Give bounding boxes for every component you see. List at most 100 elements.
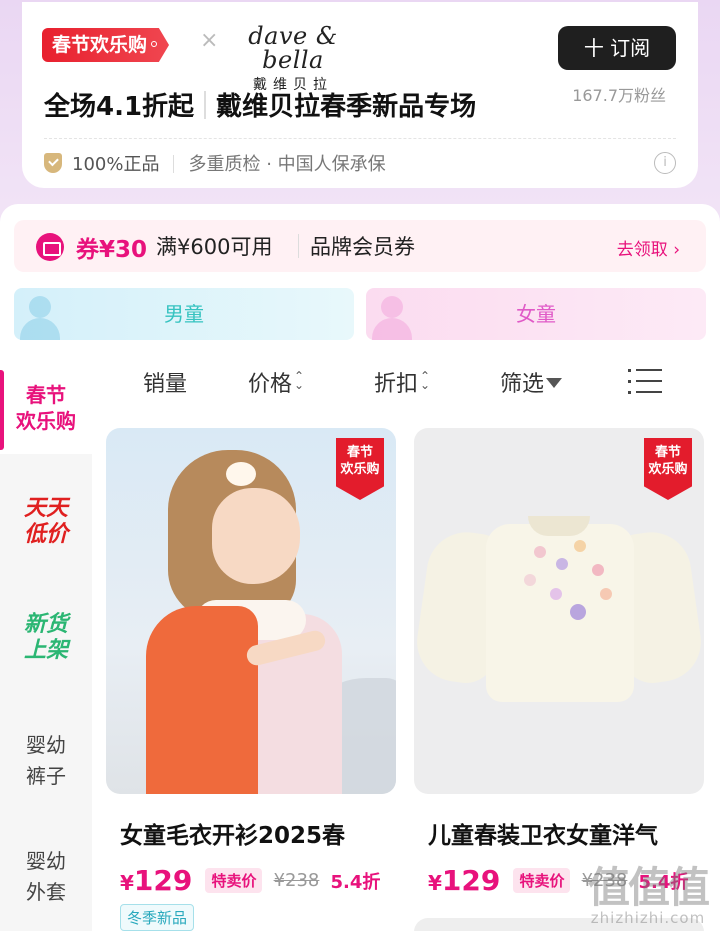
flower-decoration xyxy=(534,546,546,558)
festive-tag: 春节 欢乐购 xyxy=(336,438,384,500)
original-price: ¥238 xyxy=(273,870,320,891)
currency-symbol: ¥ xyxy=(428,871,442,895)
main-panel: 券¥30 满¥600可用 品牌会员券 去领取 › 男童 女童 春节 欢乐购 天天… xyxy=(0,204,720,931)
category-new-arrivals[interactable]: 新货 上架 xyxy=(0,612,92,664)
product-title[interactable]: 女童毛衣开衫2025春 xyxy=(106,816,396,850)
product-image[interactable]: 春节 欢乐购 xyxy=(106,428,396,794)
site-watermark: 值值值 zhizhizhi.com xyxy=(587,863,710,928)
store-title: 全场4.1折起 戴维贝拉春季新品专场 xyxy=(44,86,476,123)
subscribe-button[interactable]: 十 订阅 xyxy=(558,26,676,70)
title-divider xyxy=(204,91,207,119)
category-daily-line1: 天天 xyxy=(23,496,68,521)
festive-tag-line2: 欢乐购 xyxy=(340,462,380,477)
currency-symbol: ¥ xyxy=(120,871,134,895)
season-tag: 冬季新品 xyxy=(120,904,195,931)
festive-tag-line1: 春节 xyxy=(346,445,373,460)
sort-updown-icon: ⌃ ⌄ xyxy=(420,369,431,392)
funnel-icon xyxy=(546,378,563,388)
coupon-amount: 券¥30 xyxy=(76,237,148,263)
product-card[interactable]: 春节 欢乐购 儿童春装卫衣女童洋气 ¥129 特卖价 ¥238 5.4折 xyxy=(414,428,704,900)
guarantee-label: 多重质检 · 中国人保承保 xyxy=(188,154,386,175)
tab-boy[interactable]: 男童 xyxy=(14,288,354,340)
sort-price[interactable]: 价格 ⌃ ⌄ xyxy=(248,366,304,398)
special-price-badge: 特卖价 xyxy=(205,868,263,893)
tab-girl-label: 女童 xyxy=(516,302,556,326)
product-price: ¥129 xyxy=(428,864,500,897)
trust-divider xyxy=(173,155,175,173)
trust-row: 100%正品 多重质检 · 中国人保承保 xyxy=(44,150,386,176)
girl-avatar-icon xyxy=(372,296,412,340)
fans-count: 167.7万粉丝 xyxy=(572,86,666,105)
watermark-site: zhizhizhi.com xyxy=(590,909,706,927)
brand-name-en: dave & bella xyxy=(248,22,338,74)
festive-tag: 春节 欢乐购 xyxy=(644,438,692,500)
sort-discount-label: 折扣 xyxy=(374,372,419,397)
dashed-divider xyxy=(44,138,676,139)
product-price: ¥129 xyxy=(120,864,192,897)
face-shape xyxy=(212,488,300,584)
product-title[interactable]: 儿童春装卫衣女童洋气 xyxy=(414,816,704,850)
category-sidebar: 春节 欢乐购 天天 低价 新货 上架 婴幼 裤子 婴幼 外套 xyxy=(0,364,92,931)
ticket-icon xyxy=(36,233,64,261)
discount-label: 5.4折 xyxy=(330,871,381,893)
brand-logo[interactable]: dave & bella 戴维贝拉 xyxy=(234,24,352,94)
filter-label: 筛选 xyxy=(500,372,545,397)
claim-coupon-link[interactable]: 去领取 › xyxy=(617,235,680,260)
badge-dot-icon xyxy=(151,41,158,47)
price-value: 129 xyxy=(133,864,193,897)
category-festive-line2: 欢乐购 xyxy=(16,409,76,433)
cardigan-shape xyxy=(146,606,258,794)
filter-button[interactable]: 筛选 xyxy=(500,366,563,398)
genuine-label: 100%正品 xyxy=(72,154,160,175)
category-new-line2: 上架 xyxy=(23,638,68,663)
category-coats-line2: 外套 xyxy=(26,880,66,904)
sort-price-label: 价格 xyxy=(248,372,293,397)
category-pants-line1: 婴幼 xyxy=(26,733,66,757)
category-pants-line2: 裤子 xyxy=(26,764,66,788)
tab-girl[interactable]: 女童 xyxy=(366,288,706,340)
sort-discount[interactable]: 折扣 ⌃ ⌄ xyxy=(374,366,430,398)
flower-decoration xyxy=(524,574,536,586)
coupon-condition: 满¥600可用 xyxy=(156,235,273,259)
flower-decoration xyxy=(570,604,586,620)
info-icon[interactable]: i xyxy=(654,152,676,174)
category-festive[interactable]: 春节 欢乐购 xyxy=(0,382,92,434)
category-infant-pants[interactable]: 婴幼 裤子 xyxy=(0,730,92,792)
tab-boy-label: 男童 xyxy=(164,302,204,326)
sweatshirt-shape xyxy=(486,524,634,702)
product-image[interactable]: 春节 欢乐购 xyxy=(414,428,704,794)
event-badge-label: 春节欢乐购 xyxy=(52,34,148,56)
price-value: 129 xyxy=(441,864,501,897)
category-festive-line1: 春节 xyxy=(26,383,66,407)
shield-icon xyxy=(44,153,62,173)
flower-decoration xyxy=(550,588,562,600)
hair-clip-shape xyxy=(226,462,256,486)
store-header-card: 春节欢乐购 × dave & bella 戴维贝拉 十 订阅 167.7万粉丝 … xyxy=(22,2,698,188)
special-price-badge: 特卖价 xyxy=(513,868,571,893)
category-infant-coats[interactable]: 婴幼 外套 xyxy=(0,846,92,908)
category-daily-low-price[interactable]: 天天 低价 xyxy=(0,496,92,548)
list-view-icon[interactable] xyxy=(628,364,662,398)
store-name: 戴维贝拉春季新品专场 xyxy=(216,92,477,122)
sort-sales-label: 销量 xyxy=(143,372,188,397)
flower-decoration xyxy=(556,558,568,570)
festive-tag-line2: 欢乐购 xyxy=(648,462,688,477)
flower-decoration xyxy=(574,540,586,552)
sort-sales[interactable]: 销量 xyxy=(143,366,187,398)
promo-text: 全场4.1折起 xyxy=(44,92,195,122)
price-row: ¥129 特卖价 ¥238 5.4折 xyxy=(106,864,396,900)
coupon-type: 品牌会员券 xyxy=(310,235,415,259)
category-daily-line2: 低价 xyxy=(23,522,68,547)
coupon-divider xyxy=(298,234,299,258)
flower-decoration xyxy=(600,588,612,600)
event-badge[interactable]: 春节欢乐购 xyxy=(42,28,170,62)
category-coats-line1: 婴幼 xyxy=(26,849,66,873)
sort-updown-icon: ⌃ ⌄ xyxy=(294,369,305,392)
product-card[interactable]: 春节 欢乐购 女童毛衣开衫2025春 ¥129 特卖价 ¥238 5.4折 冬季… xyxy=(106,428,396,931)
cross-icon: × xyxy=(200,28,219,53)
boy-avatar-icon xyxy=(20,296,60,340)
coupon-bar[interactable]: 券¥30 满¥600可用 品牌会员券 去领取 › xyxy=(14,220,706,272)
festive-tag-line1: 春节 xyxy=(654,445,681,460)
watermark-logo: 值值值 xyxy=(587,863,710,912)
category-new-line1: 新货 xyxy=(23,612,68,637)
